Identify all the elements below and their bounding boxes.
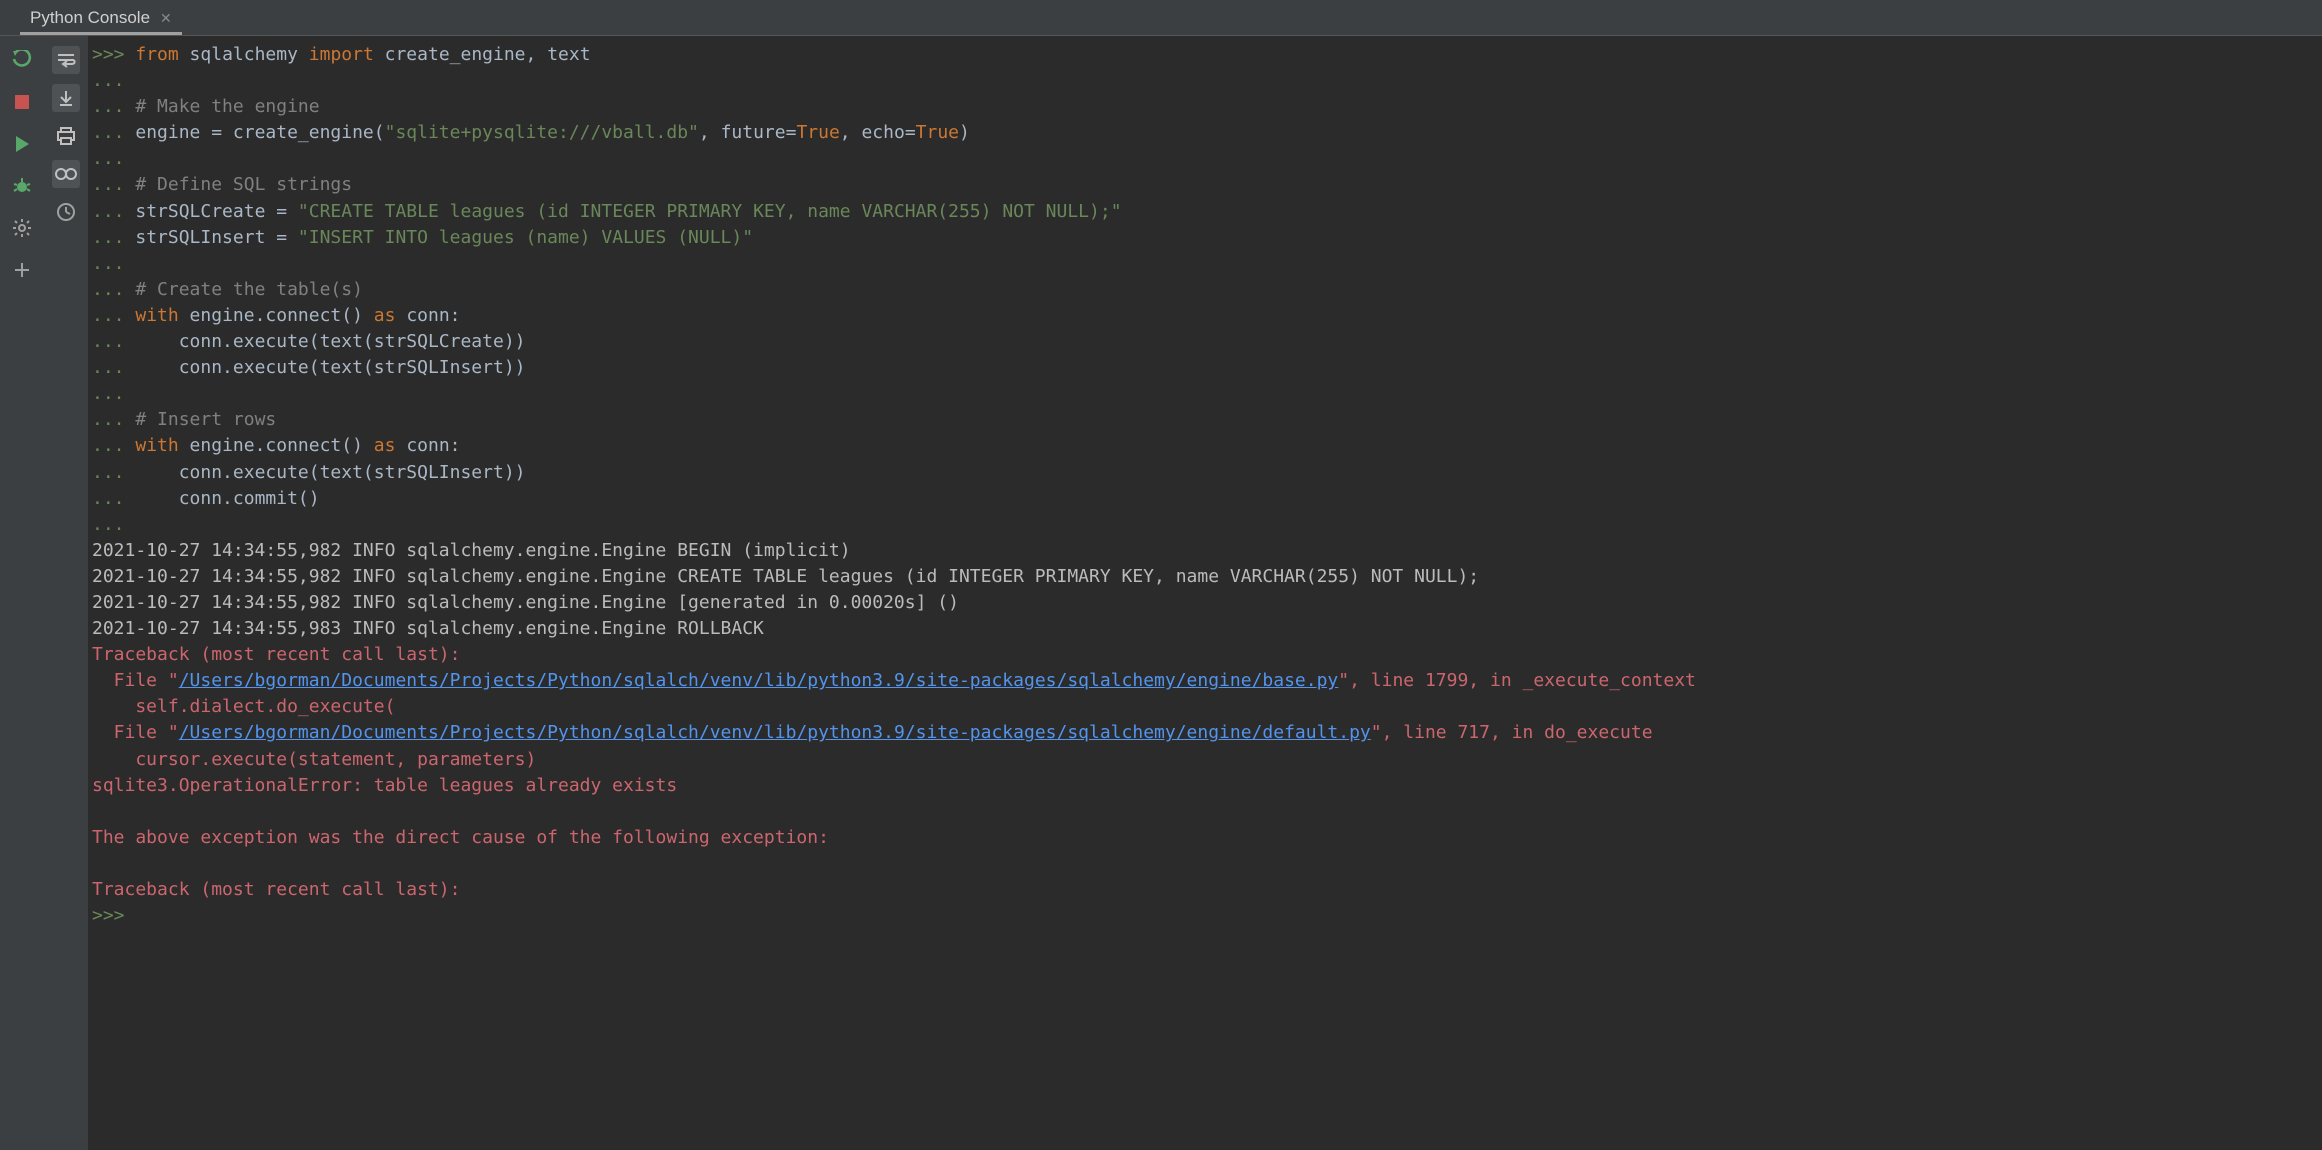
console-line: 2021-10-27 14:34:55,982 INFO sqlalchemy.… (92, 538, 2312, 564)
console-line: ... conn.execute(text(strSQLCreate)) (92, 329, 2312, 355)
left-toolbar-secondary (44, 36, 88, 1150)
console-line: Traceback (most recent call last): (92, 877, 2312, 903)
tab-label: Python Console (30, 8, 150, 28)
console-line: sqlite3.OperationalError: table leagues … (92, 773, 2312, 799)
history-icon[interactable] (52, 198, 80, 226)
console-line: ... # Insert rows (92, 407, 2312, 433)
left-toolbar-primary (0, 36, 44, 1150)
console-line: ... with engine.connect() as conn: (92, 303, 2312, 329)
run-icon[interactable] (8, 130, 36, 158)
show-variables-icon[interactable] (52, 160, 80, 188)
console-line: ... with engine.connect() as conn: (92, 433, 2312, 459)
console-line (92, 851, 2312, 877)
print-icon[interactable] (52, 122, 80, 150)
console-line: ... # Define SQL strings (92, 172, 2312, 198)
console-line: >>> from sqlalchemy import create_engine… (92, 42, 2312, 68)
console-line: Traceback (most recent call last): (92, 642, 2312, 668)
console-line: cursor.execute(statement, parameters) (92, 747, 2312, 773)
console-line: ... engine = create_engine("sqlite+pysql… (92, 120, 2312, 146)
console-line: 2021-10-27 14:34:55,982 INFO sqlalchemy.… (92, 564, 2312, 590)
stop-icon[interactable] (8, 88, 36, 116)
console-line: ... (92, 146, 2312, 172)
console-output[interactable]: >>> from sqlalchemy import create_engine… (88, 36, 2322, 1150)
debug-icon[interactable] (8, 172, 36, 200)
console-line: ... (92, 381, 2312, 407)
console-line: >>> (92, 903, 2312, 929)
tab-bar: Python Console ✕ (0, 0, 2322, 36)
rerun-icon[interactable] (8, 46, 36, 74)
console-line: File "/Users/bgorman/Documents/Projects/… (92, 668, 2312, 694)
console-line: ... (92, 68, 2312, 94)
console-line: The above exception was the direct cause… (92, 825, 2312, 851)
console-line: ... conn.execute(text(strSQLInsert)) (92, 460, 2312, 486)
console-line: ... # Create the table(s) (92, 277, 2312, 303)
console-line: 2021-10-27 14:34:55,983 INFO sqlalchemy.… (92, 616, 2312, 642)
console-line: ... (92, 512, 2312, 538)
console-line: ... strSQLCreate = "CREATE TABLE leagues… (92, 199, 2312, 225)
console-line: ... # Make the engine (92, 94, 2312, 120)
tab-python-console[interactable]: Python Console ✕ (20, 2, 182, 35)
console-line: ... strSQLInsert = "INSERT INTO leagues … (92, 225, 2312, 251)
console-line: ... (92, 251, 2312, 277)
console-line: 2021-10-27 14:34:55,982 INFO sqlalchemy.… (92, 590, 2312, 616)
close-icon[interactable]: ✕ (160, 10, 172, 27)
settings-icon[interactable] (8, 214, 36, 242)
traceback-file-link[interactable]: /Users/bgorman/Documents/Projects/Python… (179, 670, 1339, 691)
soft-wrap-icon[interactable] (52, 46, 80, 74)
console-line: self.dialect.do_execute( (92, 694, 2312, 720)
traceback-file-link[interactable]: /Users/bgorman/Documents/Projects/Python… (179, 722, 1371, 743)
console-line: ... conn.commit() (92, 486, 2312, 512)
console-line: ... conn.execute(text(strSQLInsert)) (92, 355, 2312, 381)
add-icon[interactable] (8, 256, 36, 284)
console-line: File "/Users/bgorman/Documents/Projects/… (92, 720, 2312, 746)
scroll-to-end-icon[interactable] (52, 84, 80, 112)
console-line (92, 799, 2312, 825)
